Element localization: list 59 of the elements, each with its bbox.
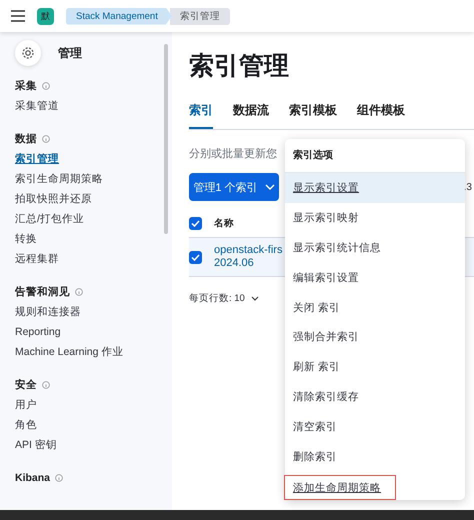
menu-item[interactable]: 关闭 索引 <box>285 292 465 323</box>
section-heading: Kibana <box>15 472 50 484</box>
sidebar-link[interactable]: 用户 <box>15 395 172 415</box>
menu-item[interactable]: 显示索引映射 <box>285 202 465 233</box>
sidebar-link[interactable]: Reporting <box>15 322 172 342</box>
rows-per-page-dropdown[interactable]: 每页行数: 10 <box>189 292 245 305</box>
page-title: 索引管理 <box>189 51 290 82</box>
menu-item[interactable]: 添加生命周期策略 <box>284 475 396 500</box>
tab[interactable]: 索引 <box>189 102 213 129</box>
menu-item[interactable]: 强制合并索引 <box>285 322 465 352</box>
info-icon <box>42 82 50 90</box>
menu-icon[interactable] <box>11 10 25 22</box>
breadcrumb[interactable]: 索引管理 <box>170 8 230 24</box>
breadcrumb[interactable]: Stack Management <box>66 8 172 24</box>
sidebar-link[interactable]: 角色 <box>15 415 172 435</box>
tab[interactable]: 数据流 <box>233 102 269 129</box>
info-icon <box>42 381 50 389</box>
scrollbar[interactable] <box>164 44 168 234</box>
value-text: .3 <box>464 182 472 192</box>
check-icon <box>191 254 200 260</box>
menu-item[interactable]: 删除索引 <box>285 442 465 472</box>
sidebar-link[interactable]: API 密钥 <box>15 435 172 455</box>
space-avatar[interactable]: 默 <box>37 8 54 24</box>
gear-icon <box>15 40 41 66</box>
info-icon <box>75 288 83 296</box>
menu-item[interactable]: 显示索引设置 <box>285 172 465 203</box>
sidebar-link[interactable]: Machine Learning 作业 <box>15 342 172 362</box>
column-header[interactable]: 名称 <box>214 216 234 230</box>
sidebar-link[interactable]: 索引管理 <box>15 149 172 169</box>
tab[interactable]: 索引模板 <box>289 102 337 129</box>
sidebar-link[interactable]: 汇总/打包作业 <box>15 209 172 229</box>
sidebar-link[interactable]: 拍取快照并还原 <box>15 189 172 209</box>
menu-item[interactable]: 刷新 索引 <box>285 352 465 382</box>
chevron-down-icon <box>264 184 275 190</box>
section-heading: 告警和洞见 <box>15 285 70 299</box>
check-icon <box>191 220 200 226</box>
checkbox[interactable] <box>189 250 202 264</box>
chevron-down-icon <box>250 296 259 301</box>
section-heading: 安全 <box>15 378 37 392</box>
section-heading: 采集 <box>15 79 37 93</box>
sidebar-link[interactable]: 索引生命周期策略 <box>15 169 172 189</box>
sidebar-link[interactable]: 规则和连接器 <box>15 302 172 322</box>
sidebar-link[interactable]: 转换 <box>15 229 172 249</box>
sidebar-link[interactable]: 远程集群 <box>15 249 172 269</box>
index-name-link[interactable]: openstack-firs <box>214 244 282 257</box>
info-icon <box>42 135 50 143</box>
info-icon <box>55 474 64 482</box>
index-name-link[interactable]: 2024.06 <box>214 257 282 270</box>
menu-item[interactable]: 清空索引 <box>285 412 465 442</box>
checkbox[interactable] <box>189 216 202 230</box>
menu-item[interactable]: 清除索引缓存 <box>285 382 465 412</box>
sidebar-title: 管理 <box>58 44 82 62</box>
tab[interactable]: 组件模板 <box>357 102 405 129</box>
menu-item[interactable]: 显示索引统计信息 <box>285 232 465 263</box>
sidebar-link[interactable]: 采集管道 <box>15 96 172 116</box>
description-text: 分别或批量更新您 <box>189 146 277 161</box>
menu-item[interactable]: 编辑索引设置 <box>285 262 465 293</box>
manage-button[interactable]: 管理1 个索引 <box>189 173 279 201</box>
section-heading: 数据 <box>15 132 37 146</box>
